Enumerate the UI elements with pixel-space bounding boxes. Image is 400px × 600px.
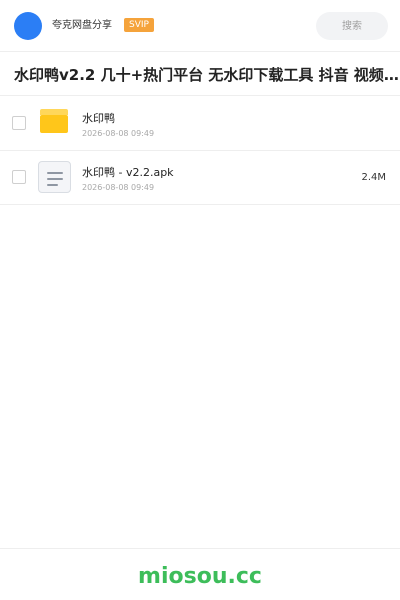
footer-brand-link[interactable]: miosou.cc — [0, 564, 400, 590]
search-input[interactable] — [316, 12, 388, 40]
file-row-folder[interactable]: 水印鸭 2026-08-08 09:49 — [0, 97, 400, 151]
file-list: 水印鸭 2026-08-08 09:49 水印鸭 - v2.2.apk 2026… — [0, 97, 400, 205]
file-date: 2026-08-08 09:49 — [82, 129, 155, 138]
file-name: 水印鸭 — [82, 112, 115, 125]
page-title: 水印鸭v2.2 几十+热门平台 无水印下载工具 抖音 视频号 小红书 — [14, 66, 400, 84]
file-size: 2.4M — [361, 172, 386, 183]
footer: miosou.cc — [0, 548, 400, 600]
folder-icon — [38, 107, 72, 139]
document-icon — [38, 161, 72, 193]
file-checkbox[interactable] — [12, 170, 26, 184]
svip-badge: SVIP — [124, 18, 154, 32]
file-name: 水印鸭 - v2.2.apk — [82, 166, 174, 179]
file-date: 2026-08-08 09:49 — [82, 183, 155, 192]
file-row-apk[interactable]: 水印鸭 - v2.2.apk 2026-08-08 09:49 2.4M — [0, 151, 400, 205]
top-header: 夸克网盘分享 SVIP — [0, 0, 400, 52]
share-title-row: 水印鸭v2.2 几十+热门平台 无水印下载工具 抖音 视频号 小红书 — [0, 52, 400, 96]
avatar[interactable] — [14, 12, 42, 40]
file-checkbox[interactable] — [12, 116, 26, 130]
user-name: 夸克网盘分享 — [52, 20, 112, 31]
